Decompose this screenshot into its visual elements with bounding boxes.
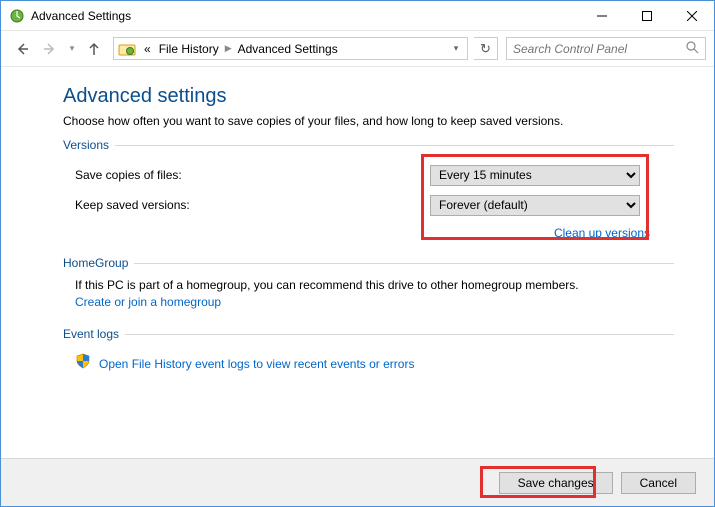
breadcrumb-prefix: «: [140, 42, 155, 56]
forward-button[interactable]: [37, 36, 63, 62]
keep-versions-label: Keep saved versions:: [75, 198, 430, 212]
footer: Save changes Cancel: [1, 458, 714, 506]
close-button[interactable]: [669, 1, 714, 30]
divider: [115, 145, 674, 146]
app-icon: [9, 8, 25, 24]
eventlogs-link[interactable]: Open File History event logs to view rec…: [99, 357, 414, 371]
navbar: ▾ « File History ▶ Advanced Settings ▾ ↻: [1, 31, 714, 67]
refresh-button[interactable]: ↻: [474, 37, 498, 60]
up-button[interactable]: [81, 36, 107, 62]
highlight-annotation: [421, 154, 649, 240]
eventlogs-group: Event logs Open File History event logs …: [63, 327, 674, 376]
content-area: Advanced settings Choose how often you w…: [1, 67, 714, 376]
address-dropdown[interactable]: ▾: [447, 43, 465, 54]
page-subtext: Choose how often you want to save copies…: [63, 114, 674, 128]
folder-icon: [118, 40, 136, 58]
address-bar[interactable]: « File History ▶ Advanced Settings ▾: [113, 37, 468, 60]
breadcrumb-item[interactable]: Advanced Settings: [234, 42, 342, 56]
search-input[interactable]: [513, 42, 686, 56]
page-heading: Advanced settings: [63, 85, 674, 108]
maximize-button[interactable]: [624, 1, 669, 30]
window-title: Advanced Settings: [31, 9, 131, 23]
recent-dropdown[interactable]: ▾: [65, 36, 79, 62]
search-box[interactable]: [506, 37, 706, 60]
highlight-annotation: [480, 466, 596, 498]
save-copies-label: Save copies of files:: [75, 168, 430, 182]
cancel-button[interactable]: Cancel: [621, 472, 696, 494]
breadcrumb-item[interactable]: File History: [155, 42, 223, 56]
homegroup-link[interactable]: Create or join a homegroup: [75, 295, 666, 309]
shield-icon: [75, 353, 91, 374]
versions-group-title: Versions: [63, 138, 109, 152]
homegroup-group-title: HomeGroup: [63, 256, 128, 270]
homegroup-group: HomeGroup If this PC is part of a homegr…: [63, 256, 674, 311]
minimize-button[interactable]: [579, 1, 624, 30]
chevron-right-icon: ▶: [223, 43, 234, 54]
divider: [125, 334, 674, 335]
versions-group: Versions Save copies of files: Every 15 …: [63, 138, 674, 244]
divider: [134, 263, 674, 264]
eventlogs-group-title: Event logs: [63, 327, 119, 341]
homegroup-text: If this PC is part of a homegroup, you c…: [75, 278, 666, 292]
search-icon: [686, 41, 699, 57]
back-button[interactable]: [9, 36, 35, 62]
titlebar: Advanced Settings: [1, 1, 714, 31]
